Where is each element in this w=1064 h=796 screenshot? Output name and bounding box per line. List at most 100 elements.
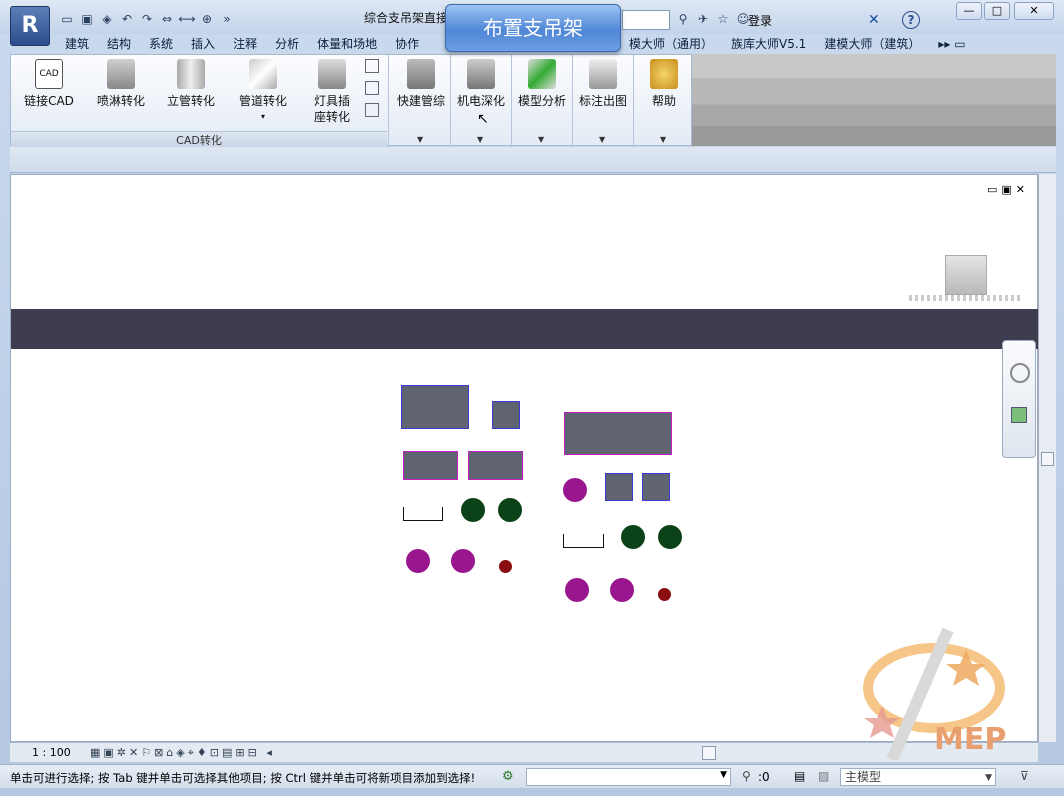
mep-detail-button[interactable]: 机电深化	[453, 59, 509, 109]
lamp-label: 灯具插	[313, 94, 350, 108]
pipe-circle-purple[interactable]	[563, 478, 587, 502]
pipe-circle-green[interactable]	[658, 525, 682, 549]
lamp-label-line2: 座转化	[313, 110, 350, 124]
model-analysis-dropdown-icon[interactable]: ▼	[538, 135, 544, 144]
tab-family-library[interactable]: 族库大师V5.1	[722, 34, 815, 54]
tab-analyze[interactable]: 分析	[266, 34, 308, 54]
pipe-circle-purple[interactable]	[451, 549, 475, 573]
quick-pipe-label: 快建管综	[396, 94, 445, 108]
search-input[interactable]	[622, 10, 670, 30]
quick-pipe-dropdown-icon[interactable]: ▼	[417, 135, 423, 144]
pipe-circle-purple[interactable]	[406, 549, 430, 573]
star-icon[interactable]: ☆	[714, 11, 732, 27]
pipe-label: 管道转化	[238, 94, 287, 108]
duct-rect[interactable]	[403, 451, 458, 480]
zoom-icon[interactable]	[1011, 407, 1027, 423]
pipe-dropdown-icon[interactable]: ▾	[235, 109, 291, 125]
help-button[interactable]: ?	[902, 11, 920, 29]
lamp-button[interactable]: 灯具插 座转化	[307, 59, 357, 125]
viewcube-icon[interactable]	[945, 255, 987, 295]
close-button[interactable]: ✕	[1014, 2, 1054, 20]
duct-rect[interactable]	[468, 451, 523, 480]
divider	[450, 55, 451, 147]
view-window-controls[interactable]: ▭▣✕	[987, 183, 1029, 196]
sprinkler-button[interactable]: 喷淋转化	[93, 59, 149, 109]
exchange-icon[interactable]: ✕	[868, 12, 880, 28]
riser-label: 立管转化	[166, 94, 215, 108]
dimension-icon[interactable]: ⟷	[178, 11, 196, 27]
horizontal-scroll-thumb[interactable]	[702, 746, 716, 760]
tag-icon[interactable]: ⊕	[198, 11, 216, 27]
mep-detail-dropdown-icon[interactable]: ▼	[477, 135, 483, 144]
measure-icon[interactable]: ⇔	[158, 11, 176, 27]
view-control-icons[interactable]: ▦▣✲✕⚐⊠⌂◈⌖♦⊡▤⊞⊟ ◂	[90, 746, 275, 760]
view-scale[interactable]: 1 : 100	[32, 746, 71, 759]
duct-rect[interactable]	[401, 385, 469, 429]
open-icon[interactable]: ▭	[58, 11, 76, 27]
duct-rect[interactable]	[564, 412, 672, 455]
pipe-circle-green[interactable]	[621, 525, 645, 549]
save-icon[interactable]: ▣	[78, 11, 96, 27]
tab-modeling-master-general[interactable]: 模大师（通用）	[620, 34, 722, 54]
tab-structure[interactable]: 结构	[98, 34, 140, 54]
scrollbar-thumb[interactable]	[1041, 452, 1054, 466]
tab-collaborate[interactable]: 协作	[386, 34, 428, 54]
navigation-bar	[1002, 340, 1036, 458]
filter-icon[interactable]: ⚲	[742, 769, 751, 783]
duct-rect[interactable]	[492, 401, 520, 429]
tab-systems[interactable]: 系统	[140, 34, 182, 54]
login-button[interactable]: 登录	[748, 12, 772, 29]
selection-count: :0	[758, 770, 770, 784]
tab-insert[interactable]: 插入	[182, 34, 224, 54]
undo-icon[interactable]: ↶	[118, 11, 136, 27]
vertical-scrollbar[interactable]	[1038, 174, 1056, 742]
design-options-icon[interactable]: ▨	[818, 769, 829, 783]
model-analysis-button[interactable]: 模型分析	[514, 59, 570, 109]
more-icon[interactable]: »	[218, 11, 236, 27]
link-cad-button[interactable]: CAD 链接CAD	[21, 59, 77, 109]
chevron-down-icon: ▼	[985, 773, 992, 783]
image-tool-icon[interactable]	[365, 103, 379, 117]
design-option-dropdown[interactable]: 主模型 ▼	[840, 768, 996, 786]
cable-tray[interactable]	[403, 507, 443, 521]
tab-architecture[interactable]: 建筑	[56, 34, 98, 54]
cable-tray[interactable]	[563, 534, 604, 548]
tab-annotate[interactable]: 注释	[224, 34, 266, 54]
pipe-circle-purple[interactable]	[610, 578, 634, 602]
annotate-label: 标注出图	[578, 94, 627, 108]
mep-detail-label: 机电深化	[456, 94, 505, 108]
tab-overflow-icon[interactable]: ▸▸ ▭	[929, 34, 974, 54]
workset-dropdown[interactable]: ▼	[526, 768, 731, 786]
annotate-dropdown-icon[interactable]: ▼	[599, 135, 605, 144]
pipe-button[interactable]: 管道转化 ▾	[235, 59, 291, 125]
ribbon-tabs: 建筑 结构 系统 插入 注释 分析 体量和场地 协作	[56, 34, 428, 54]
redo-icon[interactable]: ↷	[138, 11, 156, 27]
tab-massing[interactable]: 体量和场地	[308, 34, 386, 54]
quick-pipe-button[interactable]: 快建管综	[393, 59, 449, 109]
grid-tool-icon[interactable]	[365, 59, 379, 73]
arrow-tool-icon[interactable]	[365, 81, 379, 95]
pipe-circle-red[interactable]	[658, 588, 671, 601]
help-ribbon-button[interactable]: 帮助	[636, 59, 692, 109]
maximize-button[interactable]: □	[984, 2, 1010, 20]
pipe-circle-green[interactable]	[498, 498, 522, 522]
filter-count-icon[interactable]: ⊽	[1020, 769, 1029, 783]
tab-modeling-master-arch[interactable]: 建模大师（建筑）	[815, 34, 929, 54]
pipe-circle-purple[interactable]	[565, 578, 589, 602]
help-dropdown-icon[interactable]: ▼	[660, 135, 666, 144]
annotate-button[interactable]: 标注出图	[575, 59, 631, 109]
cad-file-icon: CAD	[35, 59, 63, 89]
satellite-icon[interactable]: ✈	[694, 11, 712, 27]
editing-requests-icon[interactable]: ▤	[794, 769, 805, 783]
pipe-circle-green[interactable]	[461, 498, 485, 522]
worksets-icon[interactable]: ⚙	[502, 769, 514, 784]
sync-icon[interactable]: ◈	[98, 11, 116, 27]
minimize-button[interactable]: —	[956, 2, 982, 20]
binoculars-icon[interactable]: ⚲	[674, 11, 692, 27]
steering-wheel-icon[interactable]	[1010, 363, 1030, 383]
duct-rect[interactable]	[642, 473, 670, 501]
application-menu-button[interactable]: R	[10, 6, 50, 46]
pipe-circle-red[interactable]	[499, 560, 512, 573]
riser-button[interactable]: 立管转化	[163, 59, 219, 109]
duct-rect[interactable]	[605, 473, 633, 501]
